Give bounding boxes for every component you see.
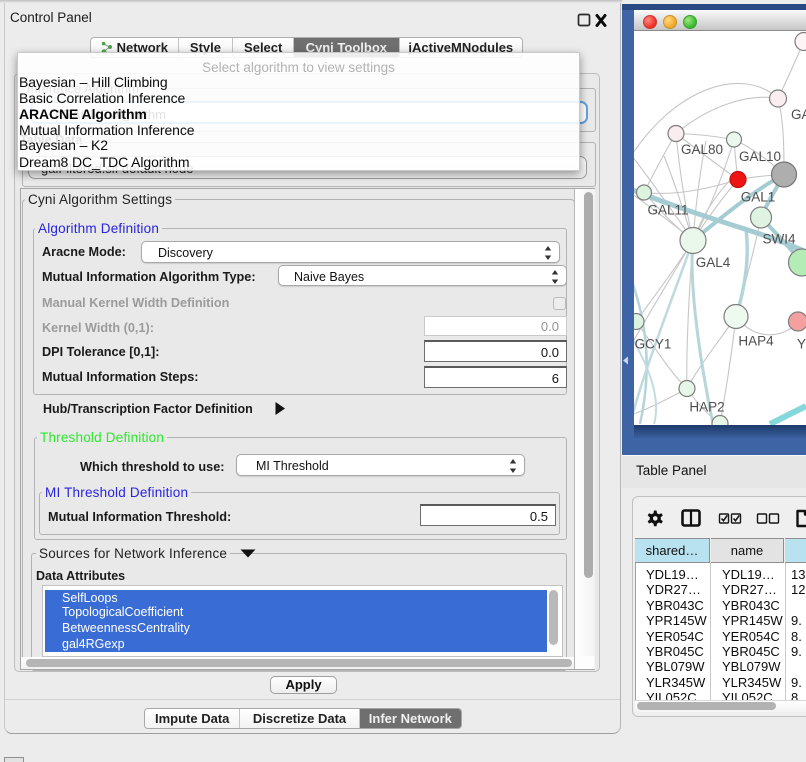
svg-text:YEL0: YEL0 <box>797 337 806 352</box>
svg-text:GCY1: GCY1 <box>635 337 672 352</box>
svg-text:GAL11: GAL11 <box>647 203 688 218</box>
svg-text:GAL10: GAL10 <box>739 149 781 164</box>
svg-text:GAL4: GAL4 <box>696 255 731 270</box>
svg-text:GAL80: GAL80 <box>681 142 723 157</box>
svg-text:GAL1: GAL1 <box>741 190 776 205</box>
svg-text:GAL2: GAL2 <box>791 107 806 122</box>
svg-text:SWI4: SWI4 <box>762 232 795 247</box>
svg-text:HAP4: HAP4 <box>738 334 774 349</box>
svg-text:HAP2: HAP2 <box>689 400 724 415</box>
